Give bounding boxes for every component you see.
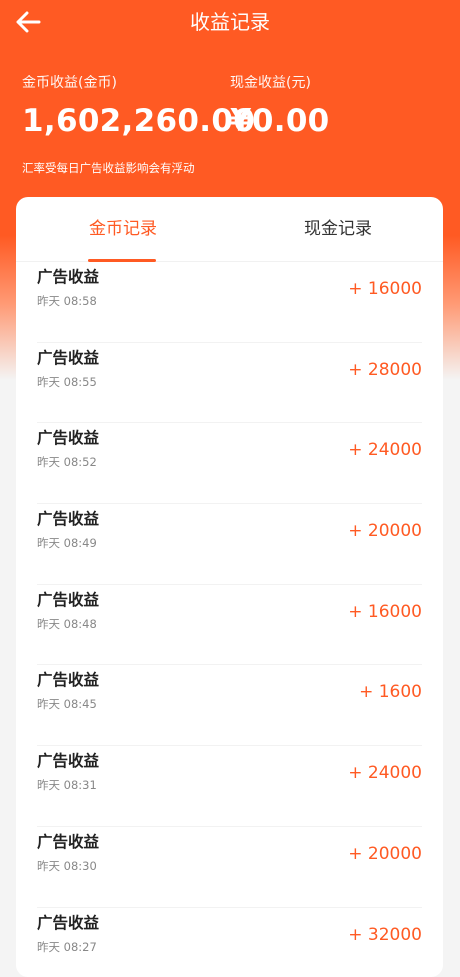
record-amount: + 24000 (348, 761, 422, 785)
record-time: 昨天 08:31 (37, 777, 97, 793)
record-title: 广告收益 (37, 508, 99, 530)
page-title: 收益记录 (0, 8, 460, 36)
record-time: 昨天 08:45 (37, 696, 97, 712)
record-time: 昨天 08:49 (37, 535, 97, 551)
tab-gold-records[interactable]: 金币记录 (89, 217, 157, 241)
record-time: 昨天 08:30 (37, 858, 97, 874)
record-amount: + 32000 (348, 923, 422, 947)
record-title: 广告收益 (37, 831, 99, 853)
record-title: 广告收益 (37, 427, 99, 449)
record-title: 广告收益 (37, 266, 99, 288)
cash-earnings: 现金收益(元) ¥0.00 (230, 74, 330, 140)
record-time: 昨天 08:58 (37, 293, 97, 309)
record-title: 广告收益 (37, 912, 99, 934)
cash-earnings-value: ¥0.00 (230, 102, 330, 140)
record-amount: + 16000 (348, 600, 422, 624)
records-card: 金币记录 现金记录 广告收益 昨天 08:58 + 16000 广告收益 昨天 … (16, 197, 443, 977)
gold-earnings-label: 金币收益(金币) (22, 74, 255, 92)
list-item[interactable]: 广告收益 昨天 08:58 + 16000 (37, 262, 422, 343)
records-list: 广告收益 昨天 08:58 + 16000 广告收益 昨天 08:55 + 28… (16, 262, 443, 977)
record-time: 昨天 08:55 (37, 374, 97, 390)
record-time: 昨天 08:27 (37, 939, 97, 955)
record-amount: + 20000 (348, 519, 422, 543)
record-amount: + 20000 (348, 842, 422, 866)
list-item[interactable]: 广告收益 昨天 08:52 + 24000 (37, 423, 422, 504)
list-item[interactable]: 广告收益 昨天 08:49 + 20000 (37, 504, 422, 585)
list-item[interactable]: 广告收益 昨天 08:55 + 28000 (37, 343, 422, 424)
record-time: 昨天 08:48 (37, 616, 97, 632)
list-item[interactable]: 广告收益 昨天 08:27 + 32000 (37, 908, 422, 977)
record-amount: + 1600 (359, 680, 422, 704)
record-amount: + 24000 (348, 438, 422, 462)
record-amount: + 16000 (348, 277, 422, 301)
record-time: 昨天 08:52 (37, 454, 97, 470)
list-item[interactable]: 广告收益 昨天 08:48 + 16000 (37, 585, 422, 666)
gold-earnings-value: 1,602,260.00 (22, 102, 255, 140)
record-title: 广告收益 (37, 347, 99, 369)
list-item[interactable]: 广告收益 昨天 08:30 + 20000 (37, 827, 422, 908)
cash-earnings-label: 现金收益(元) (230, 74, 330, 92)
list-item[interactable]: 广告收益 昨天 08:31 + 24000 (37, 746, 422, 827)
record-tabs: 金币记录 现金记录 (16, 197, 443, 262)
record-title: 广告收益 (37, 669, 99, 691)
exchange-rate-notice: 汇率受每日广告收益影响会有浮动 (22, 160, 195, 176)
list-item[interactable]: 广告收益 昨天 08:45 + 1600 (37, 665, 422, 746)
tab-cash-records[interactable]: 现金记录 (304, 217, 372, 241)
gold-earnings: 金币收益(金币) 1,602,260.00 (22, 74, 255, 140)
record-title: 广告收益 (37, 750, 99, 772)
top-bar: 收益记录 (0, 0, 460, 44)
record-title: 广告收益 (37, 589, 99, 611)
record-amount: + 28000 (348, 358, 422, 382)
